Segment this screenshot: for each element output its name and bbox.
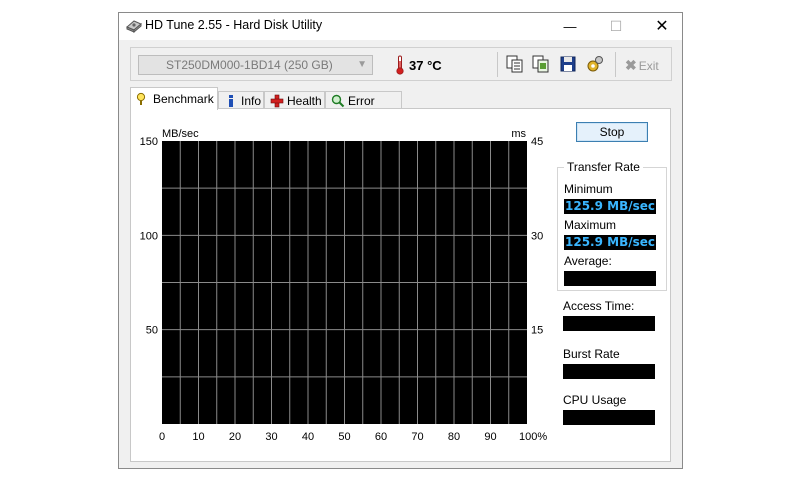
exit-label: Exit xyxy=(638,59,659,73)
access-time-value xyxy=(563,316,655,331)
minimum-label: Minimum xyxy=(564,182,613,196)
toolbar-separator xyxy=(615,52,616,77)
options-icon[interactable] xyxy=(585,54,605,74)
transfer-rate-group: Transfer Rate Minimum 125.9 MB/sec Maxim… xyxy=(557,160,667,291)
window-title: HD Tune 2.55 - Hard Disk Utility xyxy=(145,18,323,32)
tab-label: Benchmark xyxy=(153,92,214,106)
maximum-value: 125.9 MB/sec xyxy=(564,235,656,250)
toolbar-separator xyxy=(497,52,498,77)
burst-rate-label: Burst Rate xyxy=(563,347,620,361)
y-axis-right-title: ms xyxy=(511,128,526,140)
maximize-icon: ☐ xyxy=(609,18,623,34)
hd-tune-app-icon xyxy=(126,20,142,34)
x-tick-label: 60 xyxy=(375,431,387,443)
thermometer-icon xyxy=(396,55,404,75)
maximum-label: Maximum xyxy=(564,218,617,232)
burst-rate-value xyxy=(563,364,655,379)
x-tick-label: 70 xyxy=(411,431,423,443)
tab-benchmark[interactable]: Benchmark xyxy=(130,87,218,110)
minimize-button[interactable]: — xyxy=(547,13,593,40)
x-tick-label: 30 xyxy=(265,431,277,443)
chevron-down-icon: ▼ xyxy=(357,59,367,70)
minimum-value: 125.9 MB/sec xyxy=(564,199,656,214)
x-tick-label: 50 xyxy=(338,431,350,443)
health-icon xyxy=(270,94,284,108)
save-icon[interactable] xyxy=(558,54,578,74)
tab-label: Info xyxy=(241,94,262,108)
benchmark-panel: MB/sec ms 150 100 50 45 30 15 0 10 20 30 40 50 60 70 80 9… xyxy=(130,108,671,462)
app-window: HD Tune 2.55 - Hard Disk Utility — ☐ ✕ S… xyxy=(118,12,683,469)
copy-screenshot-icon[interactable] xyxy=(531,54,551,74)
title-bar[interactable]: HD Tune 2.55 - Hard Disk Utility — ☐ ✕ xyxy=(119,13,682,40)
y-tick-right-label: 15 xyxy=(531,325,543,337)
average-label: Average: xyxy=(564,254,612,268)
maximize-button[interactable]: ☐ xyxy=(593,13,639,40)
y-tick-right-label: 30 xyxy=(531,230,543,242)
y-axis-left-title: MB/sec xyxy=(162,128,199,140)
stop-button[interactable]: Stop xyxy=(576,122,648,142)
temperature-readout: 37 °C xyxy=(409,58,442,73)
close-button[interactable]: ✕ xyxy=(639,13,685,40)
x-tick-label: 40 xyxy=(302,431,314,443)
x-tick-label: 90 xyxy=(484,431,496,443)
access-time-label: Access Time: xyxy=(563,299,635,313)
tab-label: Health xyxy=(287,94,322,108)
average-value xyxy=(564,271,656,286)
cpu-usage-value xyxy=(563,410,655,425)
transfer-rate-title: Transfer Rate xyxy=(564,160,643,174)
x-tick-label: 0 xyxy=(159,431,165,443)
x-tick-label: 80 xyxy=(448,431,460,443)
drive-select-value: ST250DM000-1BD14 (250 GB) xyxy=(166,58,333,72)
exit-button[interactable]: ✖ Exit xyxy=(625,57,659,74)
toolbar: ST250DM000-1BD14 (250 GB) ▼ 37 °C ✖ Exit xyxy=(130,47,672,81)
x-tick-label: 100% xyxy=(519,431,547,443)
minimize-icon: — xyxy=(563,19,577,34)
benchmark-chart: MB/sec ms150100504530150 10 20 30 40 50 60 70 80 9… xyxy=(140,128,548,443)
copy-text-icon[interactable] xyxy=(505,54,525,74)
benchmark-icon xyxy=(136,92,146,105)
y-tick-left-label: 100 xyxy=(140,230,158,242)
x-tick-label: 10 xyxy=(192,431,204,443)
drive-select[interactable]: ST250DM000-1BD14 (250 GB) ▼ xyxy=(138,55,373,75)
y-tick-left-label: 50 xyxy=(146,325,158,337)
y-tick-right-label: 45 xyxy=(531,136,543,148)
exit-icon: ✖ xyxy=(625,57,637,73)
y-tick-left-label: 150 xyxy=(140,136,158,148)
close-icon: ✕ xyxy=(655,18,669,35)
info-icon xyxy=(229,95,233,107)
cpu-usage-label: CPU Usage xyxy=(563,393,627,407)
x-tick-label: 20 xyxy=(229,431,241,443)
error-scan-icon xyxy=(331,94,345,108)
